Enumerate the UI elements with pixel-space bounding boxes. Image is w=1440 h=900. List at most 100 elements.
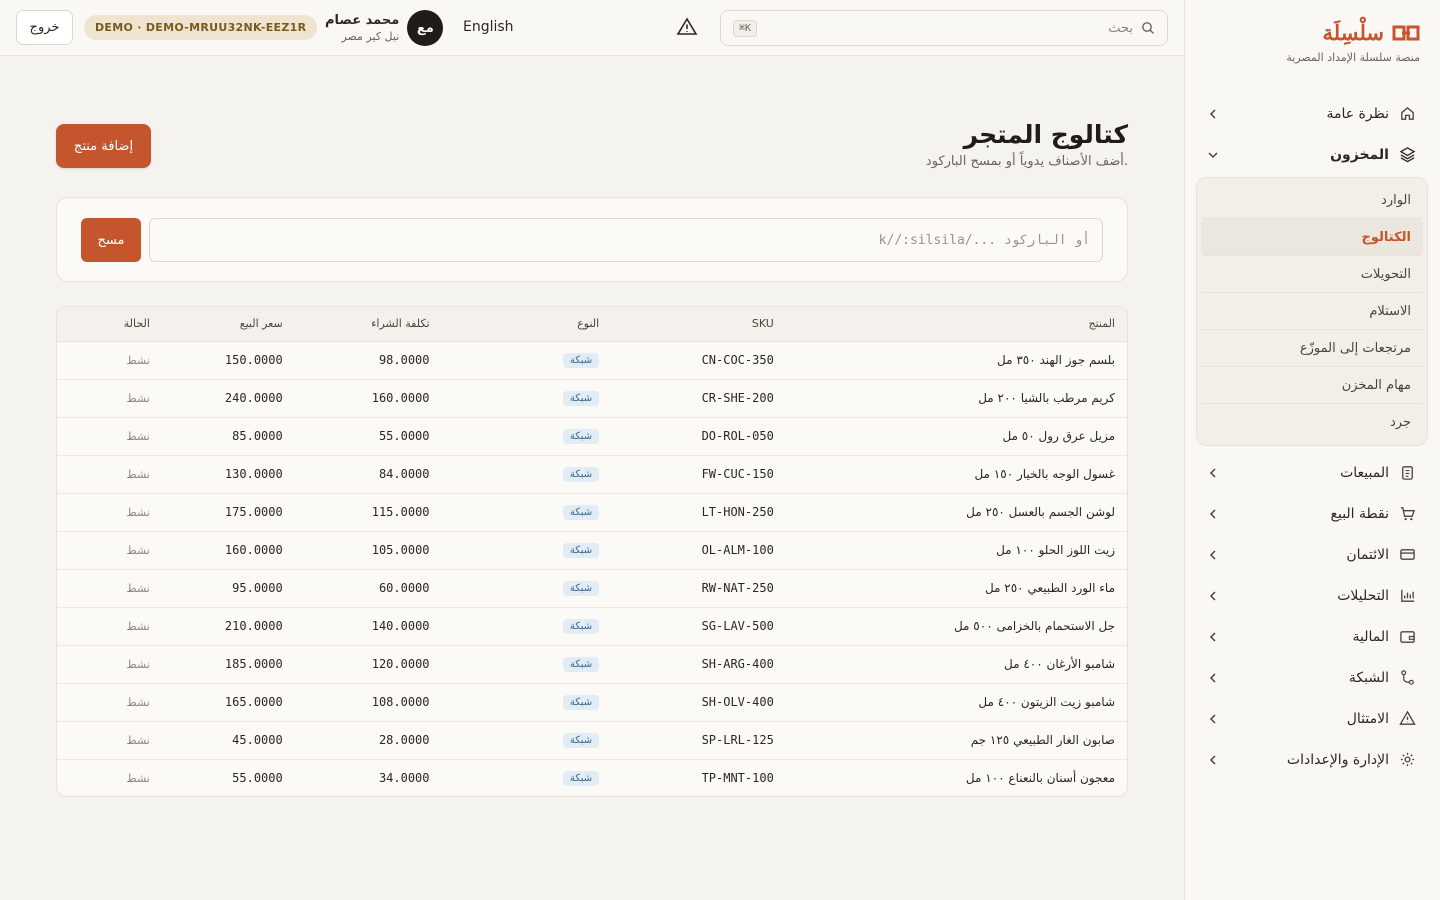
cart-icon [1400,507,1416,521]
sidebar-item-label: الامتثال [1346,710,1389,727]
sidebar-nav: نظرة عامة المخزون الوارد الكتالوج التحوي… [1196,93,1428,780]
language-switch[interactable]: English [463,19,514,35]
warning-icon [1399,710,1416,725]
sku-cell: RW-NAT-250 [611,569,786,608]
type-cell: شبكة [441,607,612,646]
table-row[interactable]: ماء الورد الطبيعي ٢٥٠ مل RW-NAT-250 شبكة 60… [57,569,1127,608]
catalog-table: المنتج SKU النوع تكلفة الشراء سعر البيع … [56,306,1128,797]
price-cell: 175.0000 [161,493,295,532]
column-header-cost[interactable]: تكلفة الشراء [294,307,442,342]
submenu-item-returns[interactable]: مرتجعات إلى الموزّع [1201,330,1423,367]
sidebar-item-network[interactable]: الشبكة [1196,657,1428,698]
cost-cell: 120.0000 [294,645,442,684]
brand[interactable]: سلْسِلَة منصة سلسلة الإمداد المصرية [1286,20,1420,64]
table-row[interactable]: صابون الغار الطبيعي ١٢٥ جم SP-LRL-125 شبكة… [57,721,1127,760]
table-header-row: المنتج SKU النوع تكلفة الشراء سعر البيع … [57,307,1127,342]
submenu-item-warehouse-tasks[interactable]: مهام المخزن [1201,367,1423,404]
submenu-item-catalog[interactable]: الكتالوج [1201,219,1423,256]
table-row[interactable]: شامبو زيت الزيتون ٤٠٠ مل SH-OLV-400 شبكة 10… [57,683,1127,722]
table-row[interactable]: كريم مرطب بالشيا ٢٠٠ مل CR-SHE-200 شبكة 160… [57,379,1127,418]
table-row[interactable]: مزيل عرق رول ٥٠ مل DO-ROL-050 شبكة 55.0000 8… [57,417,1127,456]
column-header-type[interactable]: النوع [441,307,612,342]
status-cell: نشط [57,683,162,722]
sku-cell: SG-LAV-500 [611,607,786,646]
sidebar-item-label: الائتمان [1346,546,1389,563]
sidebar-item-compliance[interactable]: الامتثال [1196,698,1428,739]
chevron-left-icon [1209,108,1216,119]
page-title: كتالوج المتجر [963,120,1128,149]
search-icon [1142,22,1154,34]
type-pill: شبكة [562,353,600,368]
submenu-item-receiving[interactable]: الاستلام [1201,293,1423,330]
type-cell: شبكة [441,569,612,608]
sidebar-item-pos[interactable]: نقطة البيع [1196,493,1428,534]
user-org: نيل كير مصر [341,30,400,43]
chevron-left-icon [1209,590,1216,601]
type-pill: شبكة [562,771,600,787]
table-row[interactable]: شامبو الأرغان ٤٠٠ مل SH-ARG-400 شبكة 120.00… [57,645,1127,684]
type-pill: شبكة [562,581,600,596]
product-name: صابون الغار الطبيعي ١٢٥ جم [785,721,1127,760]
demo-badge: DEMO · DEMO-MRUU32NK-EEZ1R [84,15,318,40]
sidebar-item-label: الإدارة والإعدادات [1286,751,1389,768]
brand-name: سلْسِلَة [1322,20,1385,45]
scan-button[interactable]: مسح [81,218,141,262]
column-header-product[interactable]: المنتج [785,307,1127,342]
avatar[interactable]: مع [407,10,444,46]
table-row[interactable]: غسول الوجه بالخيار ١٥٠ مل FW-CUC-150 شبكة 8… [57,455,1127,494]
sidebar-item-label: نقطة البيع [1330,505,1389,522]
user-menu[interactable]: محمد عصام نيل كير مصر مع [325,10,444,46]
submenu-item-incoming[interactable]: الوارد [1201,182,1423,219]
submenu-item-transfers[interactable]: التحويلات [1201,256,1423,293]
alert-icon[interactable] [676,16,698,38]
home-icon [1401,106,1414,120]
logout-button[interactable]: خروج [16,10,73,45]
barcode-input[interactable]: k//:silsila/... أو الباركود [149,218,1103,262]
product-name: شامبو الأرغان ٤٠٠ مل [785,645,1127,684]
status-cell: نشط [57,531,162,570]
top-bar: ⌘K بحث English محمد عصام نيل كير مصر مع … [0,0,1184,56]
cost-cell: 105.0000 [294,531,442,570]
product-name: معجون أسنان بالنعناع ١٠٠ مل [965,771,1115,786]
table-row[interactable]: معجون أسنان بالنعناع ١٠٠ مل TP-MNT-100 شبك… [57,759,1127,796]
column-header-status[interactable]: الحالة [57,307,162,342]
sidebar-item-overview[interactable]: نظرة عامة [1196,93,1428,134]
scan-card: k//:silsila/... أو الباركود مسح [56,197,1128,282]
sku-cell: SH-OLV-400 [611,683,786,722]
chevron-down-icon [1208,151,1218,158]
sidebar-item-analytics[interactable]: التحليلات [1196,575,1428,616]
price-cell: 240.0000 [161,379,295,418]
status-cell: نشط [57,341,162,380]
column-header-price[interactable]: سعر البيع [161,307,295,342]
clipboard-icon [1402,466,1413,480]
chevron-left-icon [1209,508,1216,519]
cost-cell: 60.0000 [294,569,442,608]
product-name: لوشن الجسم بالعسل ٢٥٠ مل [785,493,1127,532]
type-pill: شبكة [562,505,600,520]
sidebar-item-sales[interactable]: المبيعات [1196,452,1428,493]
sidebar-item-credit[interactable]: الائتمان [1196,534,1428,575]
table-row[interactable]: بلسم جوز الهند ٣٥٠ مل CN-COC-350 شبكة 98.00… [57,341,1127,380]
sidebar-item-finance[interactable]: المالية [1196,616,1428,657]
price-cell: 130.0000 [161,455,295,494]
type-cell: شبكة [441,417,612,456]
table-row[interactable]: زيت اللوز الحلو ١٠٠ مل OL-ALM-100 شبكة 105.… [57,531,1127,570]
chevron-left-icon [1209,549,1216,560]
add-product-button[interactable]: إضافة منتج [56,124,151,168]
product-name: زيت اللوز الحلو ١٠٠ مل [785,531,1127,570]
submenu-item-stocktake[interactable]: جرد [1201,404,1423,441]
sku-cell: CR-SHE-200 [611,379,786,418]
product-name: كريم مرطب بالشيا ٢٠٠ مل [785,379,1127,418]
search-input[interactable]: ⌘K بحث [720,10,1168,46]
price-cell: 185.0000 [161,645,295,684]
chevron-left-icon [1209,754,1216,765]
table-row[interactable]: جل الاستحمام بالخزامى ٥٠٠ مل SG-LAV-500 شب… [57,607,1127,646]
table-row[interactable]: لوشن الجسم بالعسل ٢٥٠ مل LT-HON-250 شبكة 11… [57,493,1127,532]
sidebar-item-inventory[interactable]: المخزون [1196,134,1428,175]
status-cell: نشط [57,417,162,456]
cost-cell: 28.0000 [294,721,442,760]
sidebar-item-admin-settings[interactable]: الإدارة والإعدادات [1196,739,1428,780]
sku-cell: LT-HON-250 [611,493,786,532]
status-cell: نشط [126,771,150,785]
column-header-sku[interactable]: SKU [611,307,786,342]
